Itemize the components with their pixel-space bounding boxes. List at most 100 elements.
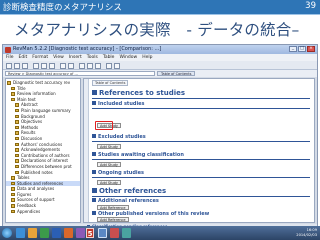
slide-header-title: 診断検査精度のメタアナリシス	[3, 3, 122, 13]
toolbar	[3, 61, 317, 70]
paste-icon[interactable]	[49, 62, 55, 69]
menu-table[interactable]: Table	[103, 54, 115, 61]
outline-tree: Diagnostic test accuracy rev Title Revie…	[5, 78, 81, 223]
section-marker-icon	[92, 198, 96, 202]
maximize-button[interactable]: □	[298, 46, 306, 52]
window-title: RevMan 5.2.2 [Diagnostic test accuracy] …	[13, 46, 162, 52]
excel-icon[interactable]	[40, 228, 49, 238]
copy-icon[interactable]	[41, 62, 47, 69]
start-button[interactable]	[2, 228, 12, 238]
address-bar: Review > Diagnostic test accuracy of ...…	[3, 70, 317, 77]
open-icon[interactable]	[14, 62, 20, 69]
section-marker-icon	[92, 188, 97, 193]
tab-strip: Table of Contents	[157, 71, 196, 76]
page-icon	[11, 204, 15, 208]
menu-edit[interactable]: Edit	[19, 54, 28, 61]
page-icon	[15, 131, 19, 135]
bold-icon[interactable]	[79, 62, 85, 69]
heading-additional-references: Additional references	[92, 198, 159, 204]
folder-icon	[11, 187, 15, 191]
window-title-bar: RevMan 5.2.2 [Diagnostic test accuracy] …	[3, 45, 317, 54]
save-icon[interactable]	[22, 62, 28, 69]
heading-studies-awaiting: Studies awaiting classification	[92, 152, 184, 158]
menu-window[interactable]: Window	[119, 54, 137, 61]
tree-item[interactable]: Appendices	[6, 209, 80, 215]
section-other-references: Other references	[92, 187, 166, 195]
page-icon	[11, 86, 15, 91]
revman-taskbar-icon[interactable]: 5	[86, 228, 94, 238]
page-icon	[15, 153, 19, 158]
tray-date: 2014/02/03	[296, 233, 317, 237]
section-rule	[92, 98, 310, 99]
page-icon	[15, 159, 19, 163]
menu-insert[interactable]: Insert	[69, 54, 82, 61]
cut-icon[interactable]	[33, 62, 39, 69]
page-icon	[15, 164, 19, 169]
add-study-button-excluded[interactable]: Add Study	[97, 144, 121, 149]
folder-icon	[11, 181, 15, 186]
app-window: RevMan 5.2.2 [Diagnostic test accuracy] …	[2, 44, 318, 240]
italic-icon[interactable]	[87, 62, 93, 69]
tab-table-of-contents[interactable]: Table of Contents	[157, 71, 196, 76]
menu-help[interactable]: Help	[142, 54, 152, 61]
address-field[interactable]: Review > Diagnostic test accuracy of ...	[5, 71, 155, 76]
system-tray-clock[interactable]: 16:09 2014/02/03	[296, 228, 317, 238]
undo-icon[interactable]	[60, 62, 66, 69]
add-study-button-ongoing[interactable]: Add Study	[97, 180, 121, 185]
page-icon	[15, 148, 19, 152]
heading-ongoing-studies: Ongoing studies	[92, 170, 144, 176]
page-icon	[15, 103, 19, 107]
page-icon	[15, 125, 19, 130]
page-icon	[15, 114, 19, 119]
explorer-icon[interactable]	[16, 228, 25, 238]
new-icon[interactable]	[6, 62, 12, 69]
section-marker-icon	[92, 90, 97, 95]
page-icon	[11, 209, 15, 214]
page-icon	[15, 136, 19, 141]
minimize-button[interactable]: _	[289, 46, 297, 52]
slide-header-bar: 診断検査精度のメタアナリシス 39	[0, 0, 320, 14]
os-taskbar: 5 16:09 2014/02/03	[0, 226, 320, 240]
section-marker-icon	[92, 101, 96, 105]
add-study-button-awaiting[interactable]: Add Study	[97, 162, 121, 167]
slide-page-number: 39	[305, 1, 316, 11]
folder-icon	[11, 198, 15, 202]
document-breadcrumb[interactable]: Table of Contents	[92, 80, 129, 86]
heading-excluded-studies: Excluded studies	[92, 134, 146, 140]
section-rule	[92, 177, 310, 178]
app-icon	[5, 46, 11, 53]
section-rule	[92, 159, 310, 160]
spellcheck-icon[interactable]	[106, 62, 112, 69]
slide-heading: メタアナリシスの実際 - データの統合–	[14, 21, 300, 39]
page-icon	[15, 142, 19, 147]
document-panel: Table of Contents References to studies …	[83, 78, 315, 223]
menu-view[interactable]: View	[53, 54, 64, 61]
app-icon[interactable]	[122, 228, 131, 238]
word-icon[interactable]	[52, 228, 61, 238]
section-marker-icon	[92, 152, 96, 156]
folder-icon[interactable]	[28, 228, 37, 238]
page-icon	[15, 170, 19, 174]
page-icon	[15, 120, 19, 124]
section-marker-icon	[92, 134, 96, 138]
add-reference-button-additional[interactable]: Add Reference	[97, 205, 129, 210]
app-icon[interactable]	[98, 228, 107, 238]
page-icon	[11, 92, 15, 96]
section-marker-icon	[92, 170, 96, 174]
add-reference-button-published[interactable]: Add Reference	[97, 217, 129, 222]
close-button[interactable]: ×	[307, 46, 315, 52]
underline-icon[interactable]	[95, 62, 101, 69]
app-icon[interactable]	[110, 228, 119, 238]
section-rule	[92, 196, 310, 197]
section-references-to-studies: References to studies	[92, 89, 185, 97]
folder-icon	[11, 176, 15, 180]
menu-tools[interactable]: Tools	[87, 54, 98, 61]
menu-file[interactable]: File	[6, 54, 14, 61]
heading-included-studies: Included studies	[92, 101, 145, 107]
menu-format[interactable]: Format	[32, 54, 48, 61]
help-icon[interactable]	[114, 62, 120, 69]
app-icon[interactable]	[76, 228, 85, 238]
redo-icon[interactable]	[68, 62, 74, 69]
section-rule	[92, 108, 310, 109]
powerpoint-icon[interactable]	[64, 228, 73, 238]
